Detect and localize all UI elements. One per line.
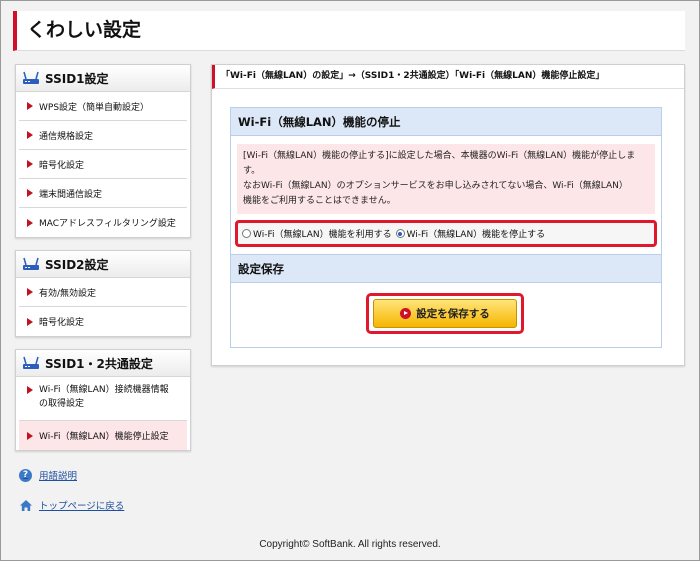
arrow-right-icon: [27, 288, 33, 296]
sidebar-item-wps[interactable]: WPS設定（簡単自動設定）: [19, 92, 187, 121]
sidebar-item-label: 有効/無効設定: [39, 288, 97, 299]
main-panel: 「Wi-Fi（無線LAN）の設定」→（SSID1・2共通設定）「Wi-Fi（無線…: [211, 64, 685, 366]
page-header: くわしい設定: [13, 11, 685, 51]
glossary-link-label: 用語説明: [39, 471, 78, 482]
save-area: 設定を保存する: [231, 283, 661, 347]
wifi-mode-radio-group: Wi-Fi（無線LAN）機能を利用する Wi-Fi（無線LAN）機能を停止する: [235, 220, 657, 247]
label-line: Wi-Fi（無線LAN）接続機器情報: [39, 385, 169, 395]
sidebar-item-encryption2[interactable]: 暗号化設定: [19, 307, 187, 336]
warning-message: [Wi-Fi（無線LAN）機能の停止する]に設定した場合、本機器のWi-Fi（無…: [237, 144, 655, 214]
arrow-right-icon: [27, 131, 33, 139]
arrow-right-icon: [27, 160, 33, 168]
save-panel-title: 設定保存: [231, 255, 661, 283]
arrow-right-icon: [27, 189, 33, 197]
sidebar-ssid1-title: SSID1設定: [45, 71, 109, 86]
home-icon: [20, 499, 32, 511]
sidebar-item-label: WPS設定（簡単自動設定）: [39, 102, 150, 113]
save-button-highlight: 設定を保存する: [366, 293, 524, 334]
sidebar-common: SSID1・2共通設定 Wi-Fi（無線LAN）接続機器情報 の取得設定 Wi-…: [15, 349, 191, 451]
radio-use-label: Wi-Fi（無線LAN）機能を利用する: [253, 230, 392, 240]
sidebar-item-device-info[interactable]: Wi-Fi（無線LAN）接続機器情報 の取得設定: [19, 377, 187, 421]
arrow-right-icon: [27, 386, 33, 394]
radio-option-use[interactable]: Wi-Fi（無線LAN）機能を利用する: [242, 227, 392, 240]
radio-stop[interactable]: [395, 229, 405, 238]
sidebar-item-mac-filter[interactable]: MACアドレスフィルタリング設定: [19, 208, 187, 237]
sidebar-item-standard[interactable]: 通信規格設定: [19, 121, 187, 150]
sidebar-item-enable[interactable]: 有効/無効設定: [19, 278, 187, 307]
save-button[interactable]: 設定を保存する: [373, 299, 517, 328]
sidebar-common-header: SSID1・2共通設定: [16, 350, 190, 377]
sidebar-ssid1-header: SSID1設定: [16, 65, 190, 92]
arrow-right-icon: [27, 102, 33, 110]
sidebar-item-label: Wi-Fi（無線LAN）接続機器情報 の取得設定: [39, 383, 169, 411]
save-panel: 設定保存 設定を保存する: [230, 254, 662, 348]
radio-use[interactable]: [242, 229, 251, 238]
sidebar-ssid1: SSID1設定 WPS設定（簡単自動設定） 通信規格設定 暗号化設定 端末間通信…: [15, 64, 191, 238]
label-line: の取得設定: [39, 399, 85, 409]
router-icon: [23, 257, 39, 270]
sidebar-item-interterminal[interactable]: 端末間通信設定: [19, 179, 187, 208]
arrow-right-icon: [27, 218, 33, 227]
sidebar-item-label: 通信規格設定: [39, 131, 94, 142]
warning-line: なおWi-Fi（無線LAN）のオプションサービスをお申し込みされてない場合、Wi…: [243, 181, 628, 191]
arrow-right-icon: [27, 317, 33, 326]
sidebar-ssid2: SSID2設定 有効/無効設定 暗号化設定: [15, 250, 191, 337]
sidebar-ssid2-header: SSID2設定: [16, 251, 190, 278]
play-icon: [400, 308, 412, 319]
top-page-link-label: トップページに戻る: [39, 501, 125, 512]
page-title: くわしい設定: [27, 19, 142, 41]
sidebar-item-label: Wi-Fi（無線LAN）機能停止設定: [39, 432, 169, 442]
radio-option-stop[interactable]: Wi-Fi（無線LAN）機能を停止する: [395, 227, 546, 240]
copyright: Copyright© SoftBank. All rights reserved…: [259, 539, 441, 550]
router-icon: [23, 71, 39, 84]
warning-line: す。: [243, 166, 261, 176]
sidebar-ssid2-title: SSID2設定: [45, 257, 109, 272]
router-icon: [23, 356, 39, 369]
glossary-link[interactable]: ? 用語説明: [19, 468, 77, 482]
sidebar-item-label: 暗号化設定: [39, 318, 85, 328]
warning-line: 機能をご利用することはできません。: [243, 196, 396, 206]
wifi-stop-panel: Wi-Fi（無線LAN）機能の停止 [Wi-Fi（無線LAN）機能の停止する]に…: [230, 107, 662, 256]
sidebar-item-wifi-stop[interactable]: Wi-Fi（無線LAN）機能停止設定: [19, 421, 187, 450]
sidebar-item-label: 端末間通信設定: [39, 189, 103, 200]
wifi-stop-panel-title: Wi-Fi（無線LAN）機能の停止: [231, 108, 661, 136]
help-icon: ?: [19, 468, 32, 482]
radio-stop-label: Wi-Fi（無線LAN）機能を停止する: [406, 230, 546, 240]
top-page-link[interactable]: トップページに戻る: [19, 498, 124, 512]
save-button-label: 設定を保存する: [416, 308, 490, 320]
arrow-right-icon: [27, 431, 33, 440]
sidebar-item-encryption[interactable]: 暗号化設定: [19, 150, 187, 179]
sidebar-common-title: SSID1・2共通設定: [45, 356, 153, 371]
warning-line: [Wi-Fi（無線LAN）機能の停止する]に設定した場合、本機器のWi-Fi（無…: [243, 151, 636, 161]
sidebar-item-label: 暗号化設定: [39, 160, 85, 171]
sidebar-item-label: MACアドレスフィルタリング設定: [39, 219, 176, 229]
breadcrumb: 「Wi-Fi（無線LAN）の設定」→（SSID1・2共通設定）「Wi-Fi（無線…: [212, 65, 684, 89]
